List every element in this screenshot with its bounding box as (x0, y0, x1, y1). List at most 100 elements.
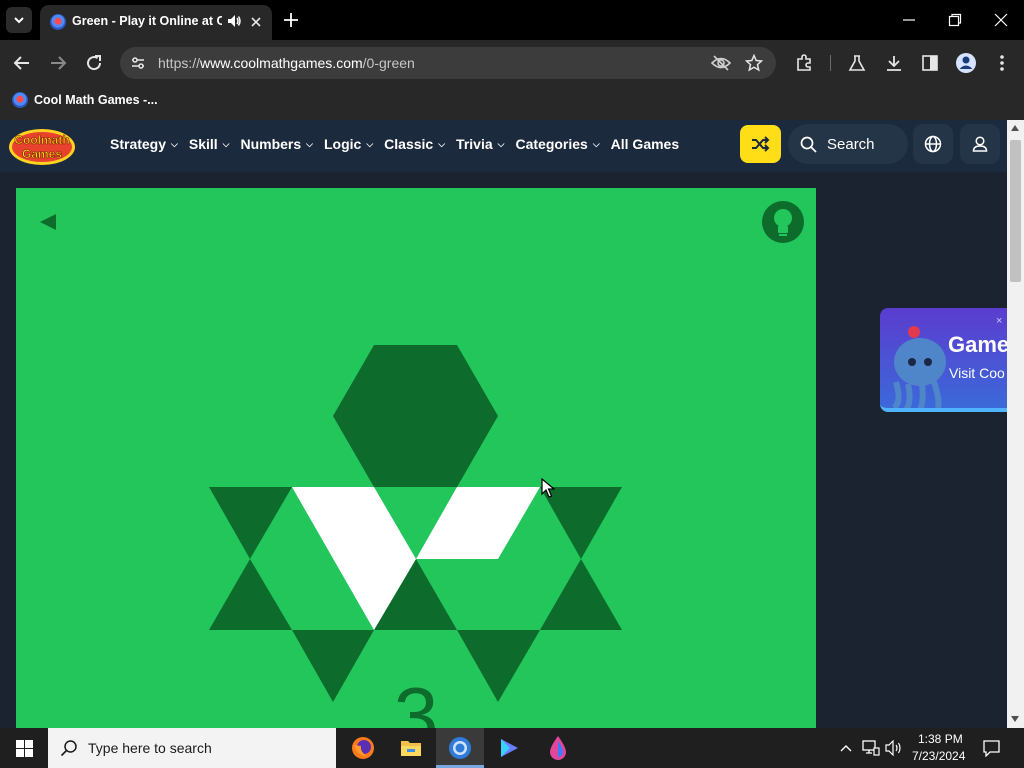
coolmath-logo[interactable]: Coolmath Games (8, 126, 76, 166)
nav-label: Categories (515, 136, 588, 152)
level-number: 3 (394, 671, 439, 728)
address-bar[interactable]: https://www.coolmathgames.com/0-green (120, 47, 776, 79)
windows-taskbar: Type here to search 1:38 PM 7/23/2024 (0, 728, 1024, 768)
nav-label: Logic (324, 136, 362, 152)
game-board[interactable]: 3 (16, 188, 816, 728)
chrome-icon (449, 737, 471, 759)
bookmark-label: Cool Math Games -... (34, 93, 158, 107)
chevron-down-icon: ⌵ (592, 138, 600, 149)
scroll-up-arrow[interactable] (1011, 125, 1019, 131)
page-scrollbar[interactable] (1007, 120, 1024, 728)
nav-label: Skill (188, 136, 218, 152)
nav-all-games[interactable]: All Games (611, 136, 679, 152)
account-button[interactable] (960, 124, 1000, 164)
tab-strip: Green - Play it Online at Coolmath Games (0, 0, 1024, 40)
eye-off-icon[interactable] (711, 54, 731, 72)
notification-icon[interactable] (983, 740, 1000, 757)
clock-time[interactable]: 1:38 PM (918, 732, 963, 746)
site-settings-icon[interactable] (130, 55, 146, 71)
labs-icon[interactable] (848, 54, 866, 72)
ad-banner[interactable]: × Game Visit Coo (880, 308, 1007, 412)
ad-subtitle: Visit Coo (949, 365, 1005, 381)
side-panel-icon[interactable] (921, 54, 939, 72)
nav-categories[interactable]: Categories ⌵ (515, 136, 599, 152)
star-tile-dark[interactable] (540, 559, 622, 630)
star-tile-dark[interactable] (209, 487, 292, 559)
nav-trivia[interactable]: Trivia ⌵ (456, 136, 504, 152)
profile-icon[interactable] (955, 52, 977, 74)
logo-line2: Games (22, 147, 62, 161)
restore-icon[interactable] (948, 13, 962, 27)
file-explorer-app[interactable] (387, 728, 435, 768)
nav-skill[interactable]: Skill ⌵ (189, 136, 230, 152)
search-icon (800, 136, 817, 153)
paint-app[interactable] (534, 728, 582, 768)
bookmarks-bar: Cool Math Games -... (0, 86, 1024, 114)
nav-numbers[interactable]: Numbers ⌵ (240, 136, 313, 152)
hint-bulb-icon[interactable] (762, 201, 804, 243)
chrome-app[interactable] (436, 728, 484, 768)
ad-title: Game (948, 332, 1007, 357)
chevron-down-icon: ⌵ (438, 138, 446, 149)
octopus-mascot (891, 326, 946, 408)
star-tile-dark[interactable] (457, 630, 540, 702)
url-text: https://www.coolmathgames.com/0-green (158, 55, 415, 71)
site-search[interactable]: Search (788, 124, 908, 164)
main-nav: Strategy ⌵ Skill ⌵ Numbers ⌵ Logic ⌵ Classic… (110, 136, 679, 152)
random-game-button[interactable] (740, 125, 781, 163)
nav-label: All Games (610, 136, 680, 152)
chevron-down-icon: ⌵ (222, 138, 230, 149)
menu-icon[interactable] (998, 54, 1006, 72)
chevron-down-icon: ⌵ (366, 138, 374, 149)
logo-line1: Coolmath (14, 133, 69, 147)
nav-classic[interactable]: Classic ⌵ (384, 136, 445, 152)
minimize-icon[interactable] (902, 13, 916, 27)
volume-icon[interactable] (885, 740, 903, 756)
star-tile-dark[interactable] (292, 630, 374, 702)
tab-search-button[interactable] (6, 7, 32, 33)
taskbar-search[interactable]: Type here to search (48, 728, 336, 768)
nav-label: Numbers (240, 136, 302, 152)
star-tile-lit[interactable] (416, 487, 540, 559)
user-icon (972, 136, 988, 152)
close-window-icon[interactable] (994, 13, 1008, 27)
scroll-thumb[interactable] (1010, 140, 1021, 282)
bookmark-favicon (12, 92, 28, 108)
reload-icon[interactable] (85, 54, 103, 72)
paint-drop-icon (550, 736, 566, 760)
plus-icon[interactable] (282, 11, 300, 29)
star-icon[interactable] (745, 54, 763, 72)
language-button[interactable] (913, 124, 953, 164)
chevron-up-icon[interactable] (839, 742, 853, 754)
scroll-down-arrow[interactable] (1011, 716, 1019, 722)
hexagon-tile[interactable] (333, 345, 498, 487)
url-host: www.coolmathgames.com (200, 55, 363, 71)
browser-tab[interactable]: Green - Play it Online at Coolmath Games (40, 5, 272, 40)
tab-favicon (50, 14, 66, 30)
mouse-cursor (541, 478, 555, 498)
folder-icon (401, 741, 421, 756)
chevron-down-icon: ⌵ (171, 138, 178, 149)
ad-close-icon[interactable]: × (996, 316, 1006, 327)
network-icon[interactable] (862, 740, 880, 756)
nav-logic[interactable]: Logic ⌵ (324, 136, 373, 152)
back-icon[interactable] (13, 54, 31, 72)
nav-label: Classic (384, 136, 434, 152)
audio-icon[interactable] (226, 13, 242, 29)
forward-icon[interactable] (49, 54, 67, 72)
url-prefix: https:// (158, 55, 201, 71)
game-canvas[interactable]: 3 (16, 188, 816, 728)
search-icon (60, 740, 77, 757)
clock-date[interactable]: 7/23/2024 (912, 749, 965, 763)
star-tile-dark[interactable] (209, 559, 292, 630)
back-triangle-icon[interactable] (40, 214, 56, 230)
start-button[interactable] (0, 728, 48, 768)
media-app[interactable] (485, 728, 533, 768)
extensions-icon[interactable] (795, 54, 813, 72)
close-icon[interactable] (249, 15, 263, 29)
search-label: Search (827, 136, 875, 153)
download-icon[interactable] (885, 54, 903, 72)
nav-strategy[interactable]: Strategy ⌵ (110, 136, 178, 152)
firefox-app[interactable] (339, 728, 387, 768)
url-path: /0-green (362, 55, 415, 71)
